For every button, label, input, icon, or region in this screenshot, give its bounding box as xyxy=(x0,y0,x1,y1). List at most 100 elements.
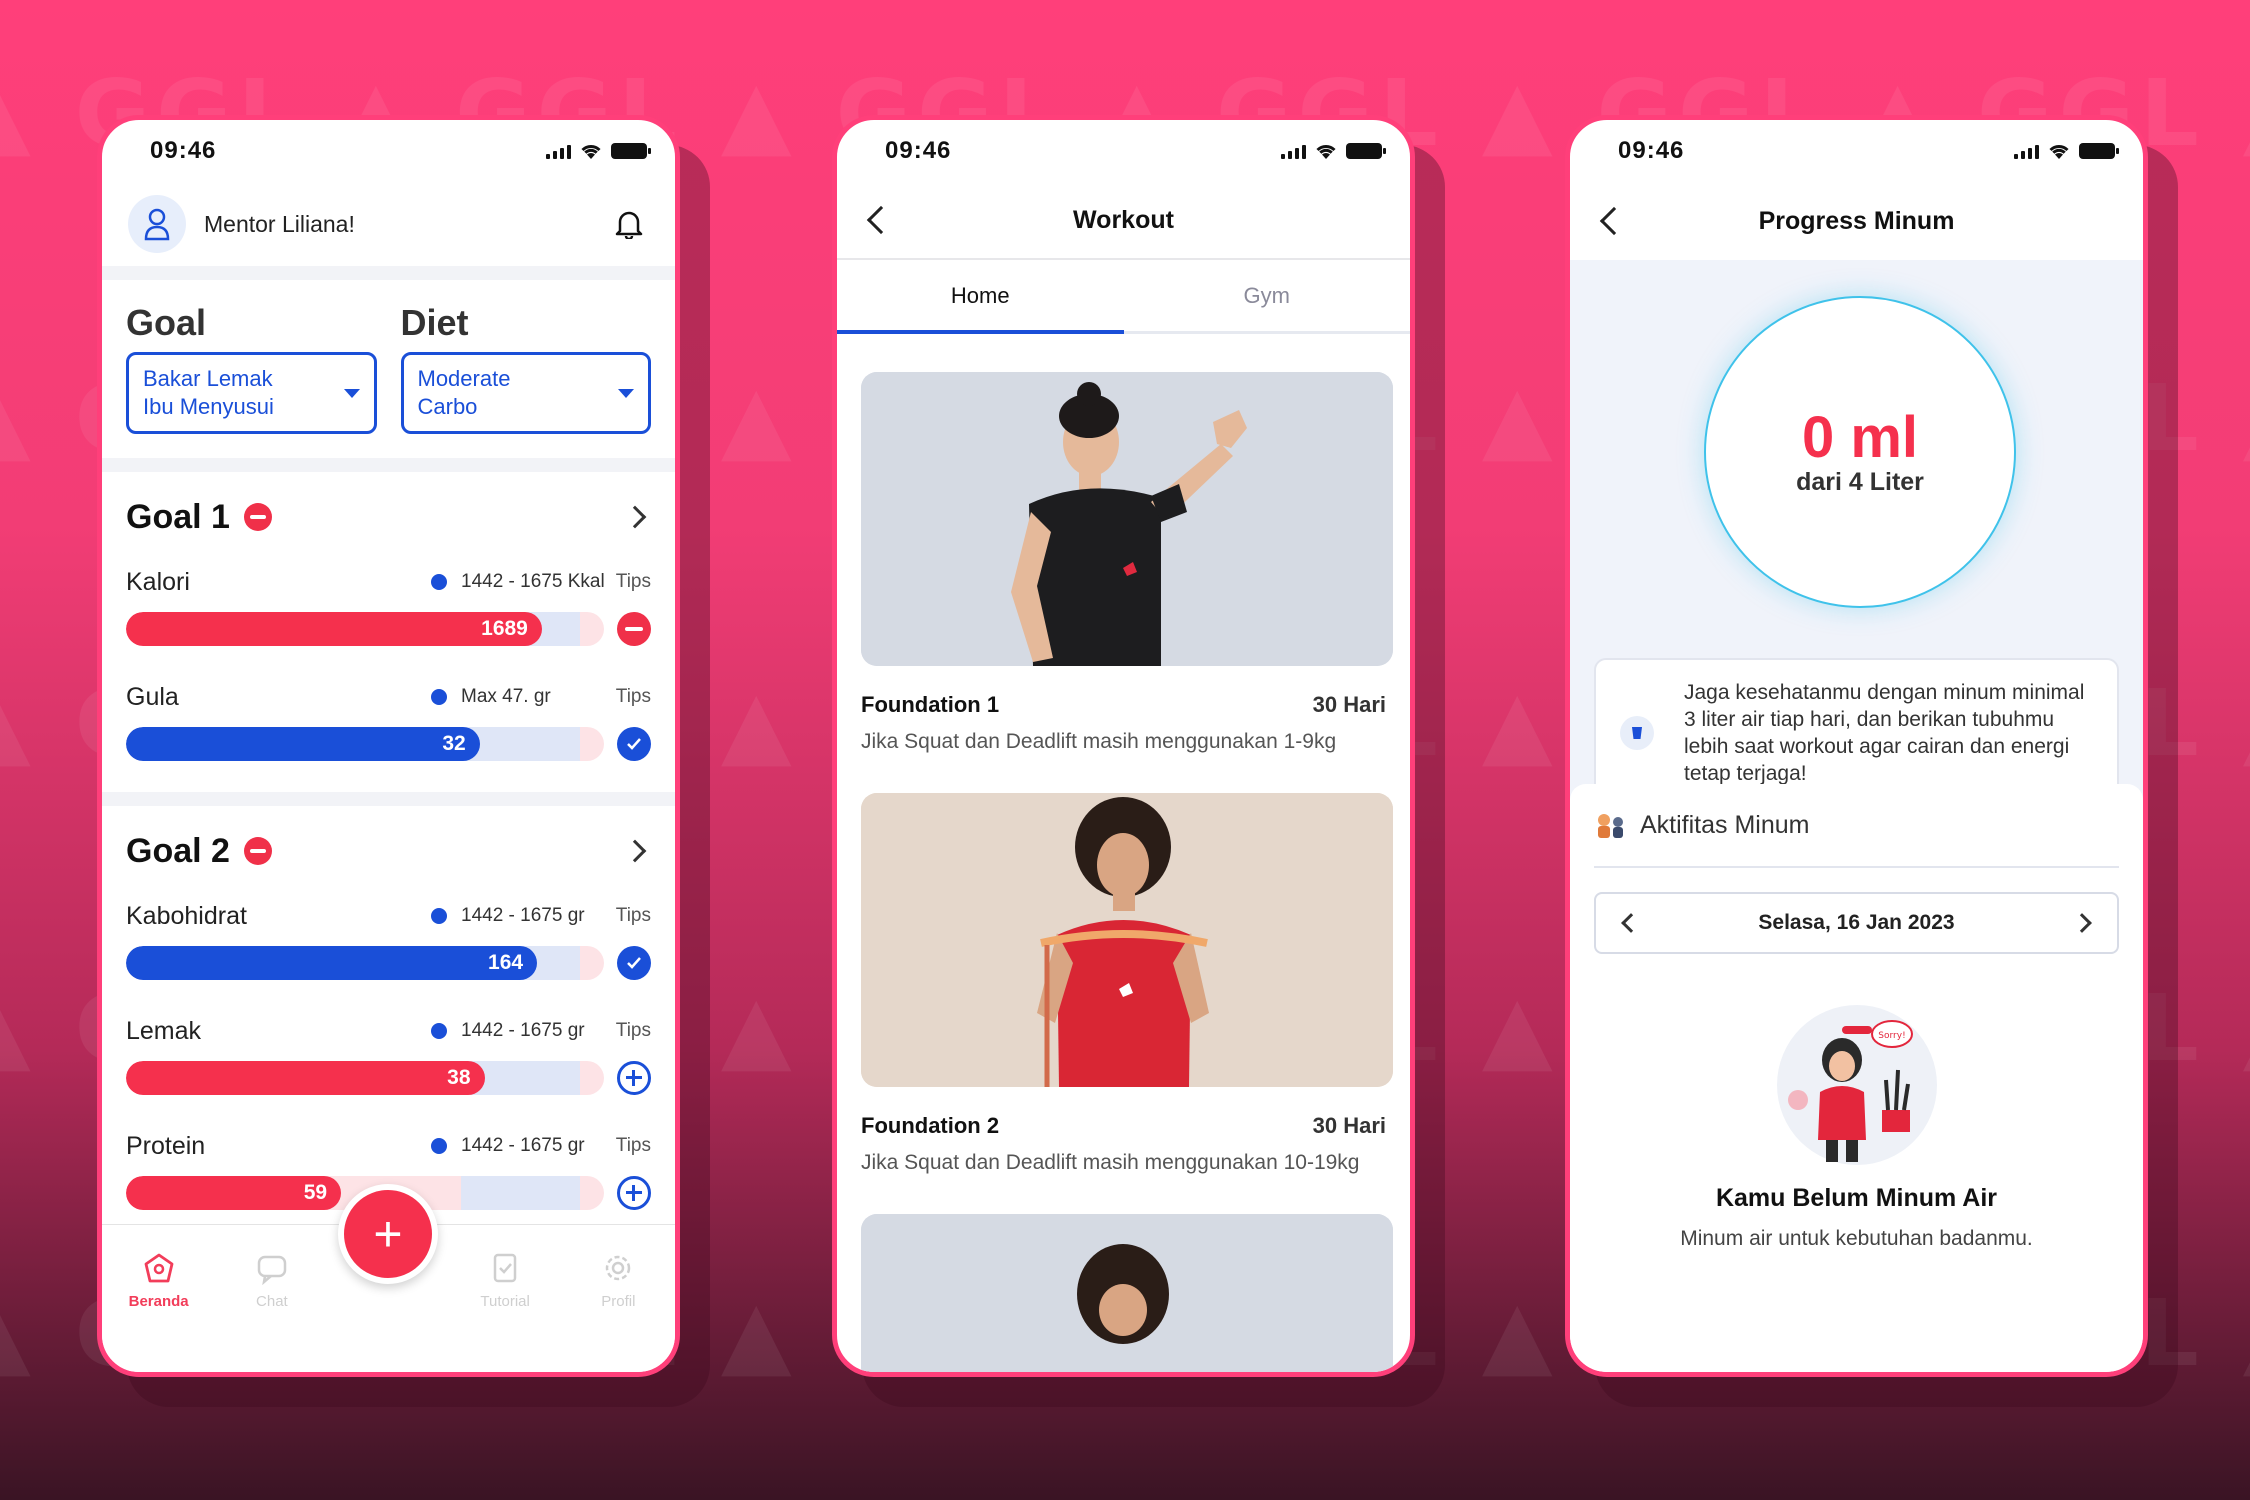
minus-circle-icon xyxy=(243,503,272,531)
drink-activity-icon xyxy=(1598,814,1623,838)
metric-range: Max 47. gr xyxy=(461,686,551,707)
home-screen: 09:46 Mentor Liliana! Goal Bakar Lemak Ib… xyxy=(97,115,680,1377)
metric-item: Gula Max 47. gr Tips 32 xyxy=(126,677,651,792)
workout-list: Foundation 1 30 Hari Jika Squat dan Dead… xyxy=(837,334,1410,1372)
diet-label: Diet xyxy=(400,302,469,343)
workout-duration: 30 Hari xyxy=(1312,692,1386,717)
goal-diet-section: Goal Bakar Lemak Ibu Menyusui Diet Modera… xyxy=(102,280,675,472)
nav-chat[interactable]: Chat xyxy=(215,1251,328,1310)
metric-progress-fill: 59 xyxy=(126,1176,342,1210)
greeting-text: Mentor Liliana! xyxy=(204,210,355,237)
notification-bell-icon[interactable] xyxy=(609,204,649,244)
add-circle-icon[interactable] xyxy=(617,1061,651,1095)
back-arrow-icon[interactable] xyxy=(1599,206,1629,236)
nav-label: Chat xyxy=(256,1293,288,1310)
metric-progress-bar: 38 xyxy=(126,1061,604,1095)
metric-dot xyxy=(431,1023,447,1039)
metric-value: 32 xyxy=(442,732,466,755)
nav-profil[interactable]: Profil xyxy=(562,1251,675,1310)
metric-name: Gula xyxy=(126,682,179,711)
nav-label: Tutorial xyxy=(480,1293,530,1310)
tab-home[interactable]: Home xyxy=(837,260,1124,334)
status-icons xyxy=(546,142,651,160)
metric-name: Kalori xyxy=(126,567,190,596)
metric-item: Kalori 1442 - 1675 Kkal Tips 1689 xyxy=(126,562,651,677)
goals-list: Goal 1 Kalori 1442 - 1675 Kkal Tips 1689 Gula… xyxy=(102,472,675,1241)
diet-select[interactable]: Moderate Carbo xyxy=(400,352,651,434)
activity-card: Aktifitas Minum Selasa, 16 Jan 2023 Sorr… xyxy=(1570,784,2143,1372)
chevron-down-icon xyxy=(343,388,360,398)
status-bar: 09:46 xyxy=(837,120,1410,182)
tips-link[interactable]: Tips xyxy=(611,905,651,927)
status-icons xyxy=(2014,142,2119,160)
metric-progress-fill: 164 xyxy=(126,946,538,980)
workout-image xyxy=(861,372,1393,666)
metric-name: Protein xyxy=(126,1131,206,1160)
metric-progress-bar: 32 xyxy=(126,727,604,761)
add-button[interactable]: + xyxy=(338,1184,438,1284)
workout-image xyxy=(861,1214,1393,1372)
goal-title: Goal 1 xyxy=(126,497,230,536)
goal-select[interactable]: Bakar Lemak Ibu Menyusui xyxy=(126,352,377,434)
prev-date-icon[interactable] xyxy=(1621,913,1641,933)
chevron-right-icon[interactable] xyxy=(623,839,647,863)
wifi-icon xyxy=(581,145,601,159)
workout-image xyxy=(861,793,1393,1087)
nav-beranda[interactable]: Beranda xyxy=(102,1251,215,1310)
workout-name: Foundation 1 xyxy=(861,692,1000,717)
goal-select-line2: Ibu Menyusui xyxy=(143,394,274,419)
metric-progress-bar: 164 xyxy=(126,946,604,980)
diet-select-line1: Moderate xyxy=(417,366,511,391)
add-circle-icon[interactable] xyxy=(617,1176,651,1210)
metric-progress-fill: 32 xyxy=(126,727,480,761)
avatar[interactable] xyxy=(128,195,186,253)
page-title: Workout xyxy=(1073,205,1174,234)
goal-header[interactable]: Goal 1 xyxy=(126,472,651,562)
metric-dot xyxy=(431,1138,447,1154)
tips-link[interactable]: Tips xyxy=(611,571,651,593)
minus-circle-icon[interactable] xyxy=(617,612,651,646)
target-range-band xyxy=(460,1176,581,1210)
tips-link[interactable]: Tips xyxy=(611,686,651,708)
check-circle-icon[interactable] xyxy=(617,727,651,761)
back-arrow-icon[interactable] xyxy=(866,205,896,235)
workout-screen: 09:46 Workout Home Gym Foundation 1 30 H… xyxy=(832,115,1415,1377)
nav-tutorial[interactable]: Tutorial xyxy=(449,1251,562,1310)
check-circle-icon[interactable] xyxy=(617,946,651,980)
section-divider xyxy=(102,792,675,806)
metric-dot xyxy=(431,689,447,705)
metric-value: 38 xyxy=(447,1066,471,1089)
workout-description: Jika Squat dan Deadlift masih menggunaka… xyxy=(861,730,1337,753)
water-amount: 0 ml xyxy=(1801,404,1919,470)
workout-card[interactable]: Foundation 2 30 Hari Jika Squat dan Dead… xyxy=(861,793,1393,1176)
signal-icon xyxy=(2014,143,2039,159)
empty-state-illustration: Sorry! xyxy=(1772,1000,1942,1170)
workout-card[interactable] xyxy=(861,1214,1393,1372)
status-time: 09:46 xyxy=(1618,137,1685,164)
metric-progress-fill: 38 xyxy=(126,1061,485,1095)
tutorial-icon xyxy=(493,1253,517,1283)
home-icon xyxy=(144,1253,174,1283)
chevron-right-icon[interactable] xyxy=(623,505,647,529)
home-header: Mentor Liliana! xyxy=(102,182,675,280)
water-target: dari 4 Liter xyxy=(1796,467,1924,496)
metric-range: 1442 - 1675 Kkal xyxy=(461,571,605,592)
goal-header[interactable]: Goal 2 xyxy=(126,806,651,896)
workout-card[interactable]: Foundation 1 30 Hari Jika Squat dan Dead… xyxy=(861,372,1393,755)
chevron-down-icon xyxy=(618,388,634,398)
goal-select-line1: Bakar Lemak xyxy=(143,366,273,391)
status-time: 09:46 xyxy=(150,137,217,164)
metric-value: 164 xyxy=(488,951,524,974)
status-bar: 09:46 xyxy=(102,120,675,182)
activity-label: Aktifitas Minum xyxy=(1640,810,1810,839)
tips-link[interactable]: Tips xyxy=(611,1135,651,1157)
goal-title: Goal 2 xyxy=(126,831,230,870)
next-date-icon[interactable] xyxy=(2072,913,2092,933)
workout-name: Foundation 2 xyxy=(861,1113,1000,1138)
workout-header: Workout xyxy=(837,182,1410,260)
tips-link[interactable]: Tips xyxy=(611,1020,651,1042)
metric-value: 1689 xyxy=(481,617,528,640)
sorry-badge-text: Sorry! xyxy=(1878,1031,1905,1041)
activity-header: Aktifitas Minum xyxy=(1594,784,2119,868)
tab-gym[interactable]: Gym xyxy=(1124,260,1411,331)
